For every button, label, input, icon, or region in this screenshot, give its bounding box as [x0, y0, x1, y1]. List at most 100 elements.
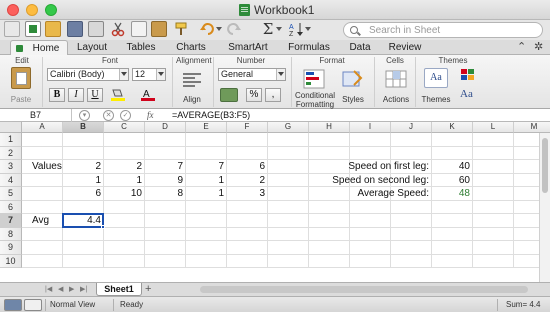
font-name-select[interactable]: Calibri (Body) — [47, 68, 129, 81]
row-header-10[interactable]: 10 — [0, 254, 22, 268]
cell-c4[interactable]: 1 — [104, 174, 145, 188]
prev-sheet-icon[interactable]: ◀ — [58, 286, 63, 294]
italic-button[interactable]: I — [68, 88, 84, 102]
cell-k5[interactable]: 48 — [432, 187, 473, 201]
theme-fonts-icon[interactable]: Aa — [460, 87, 478, 101]
select-all-corner[interactable] — [0, 122, 22, 133]
cell-f4[interactable]: 2 — [227, 174, 268, 188]
confirm-formula-icon[interactable]: ✓ — [120, 110, 131, 121]
comma-button[interactable]: , — [265, 88, 281, 102]
tab-charts[interactable]: Charts — [172, 40, 210, 55]
sort-icon[interactable]: AZ — [288, 21, 304, 38]
cell-e3[interactable]: 7 — [186, 160, 227, 174]
cell-a7[interactable]: Avg — [32, 214, 63, 228]
last-sheet-icon[interactable]: ▶| — [80, 286, 87, 294]
column-header-d[interactable]: D — [145, 122, 186, 133]
cell-d3[interactable]: 7 — [145, 160, 186, 174]
fill-handle[interactable] — [101, 224, 105, 229]
collapse-ribbon-icon[interactable]: ⌃ — [517, 40, 526, 55]
function-icon[interactable]: fx — [147, 109, 154, 121]
cell-d4[interactable]: 9 — [145, 174, 186, 188]
tab-review[interactable]: Review — [385, 40, 425, 55]
cell-c5[interactable]: 10 — [104, 187, 145, 201]
chevron-down-icon[interactable]: ▾ — [79, 110, 90, 121]
page-layout-view-button[interactable] — [24, 299, 42, 311]
fill-color-icon[interactable] — [110, 88, 128, 102]
close-window-button[interactable] — [7, 4, 19, 16]
cell-k4[interactable]: 60 — [432, 174, 473, 188]
formula-input[interactable]: =AVERAGE(B3:F5) — [172, 109, 250, 121]
vertical-scrollbar[interactable] — [539, 133, 550, 282]
styles-icon[interactable] — [342, 69, 364, 89]
cell-k3[interactable]: 40 — [432, 160, 473, 174]
format-painter-icon[interactable] — [173, 21, 189, 37]
percent-button[interactable]: % — [246, 88, 262, 102]
row-header-8[interactable]: 8 — [0, 227, 22, 241]
row-header-6[interactable]: 6 — [0, 200, 22, 214]
cell-h4[interactable]: Speed on second leg: — [279, 174, 432, 188]
column-header-j[interactable]: J — [391, 122, 432, 133]
font-size-select[interactable]: 12 — [132, 68, 166, 81]
column-header-h[interactable]: H — [309, 122, 350, 133]
font-color-icon[interactable]: A — [140, 88, 158, 102]
column-header-g[interactable]: G — [268, 122, 309, 133]
cell-d5[interactable]: 8 — [145, 187, 186, 201]
search-input[interactable]: Search in Sheet — [343, 22, 543, 38]
next-sheet-icon[interactable]: ▶ — [69, 286, 74, 294]
cell-e5[interactable]: 1 — [186, 187, 227, 201]
add-sheet-icon[interactable]: + — [145, 283, 151, 295]
column-header-c[interactable]: C — [104, 122, 145, 133]
row-header-2[interactable]: 2 — [0, 146, 22, 160]
align-icon[interactable] — [180, 70, 204, 90]
tab-tables[interactable]: Tables — [122, 40, 160, 55]
print-icon[interactable] — [88, 21, 104, 37]
redo-icon[interactable] — [226, 21, 242, 37]
themes-icon[interactable]: Aa — [424, 68, 448, 88]
tab-data[interactable]: Data — [345, 40, 375, 55]
paste-large-icon[interactable] — [11, 67, 31, 89]
row-header-4[interactable]: 4 — [0, 173, 22, 187]
sheet-tab[interactable]: Sheet1 — [96, 283, 142, 296]
tab-smartart[interactable]: SmartArt — [222, 40, 274, 55]
autosum-icon[interactable]: Σ — [260, 21, 276, 37]
copy-icon[interactable] — [131, 21, 147, 37]
ribbon-options-icon[interactable]: ✲ — [534, 40, 543, 55]
minimize-window-button[interactable] — [26, 4, 38, 16]
conditional-formatting-icon[interactable] — [303, 69, 325, 89]
cell-e4[interactable]: 1 — [186, 174, 227, 188]
cell-f5[interactable]: 3 — [227, 187, 268, 201]
column-header-i[interactable]: I — [350, 122, 391, 133]
cut-icon[interactable] — [110, 21, 126, 37]
tab-layout[interactable]: Layout — [72, 40, 112, 55]
zoom-window-button[interactable] — [45, 4, 57, 16]
cancel-formula-icon[interactable]: ✕ — [103, 110, 114, 121]
cell-h3[interactable]: Speed on first leg: — [279, 160, 432, 174]
cell-a3[interactable]: Values — [32, 160, 63, 174]
currency-format-icon[interactable] — [220, 88, 238, 102]
horizontal-scrollbar[interactable] — [200, 286, 528, 293]
first-sheet-icon[interactable]: |◀ — [45, 286, 52, 294]
save-icon[interactable] — [67, 21, 83, 37]
paste-icon[interactable] — [151, 21, 167, 37]
cell-b5[interactable]: 6 — [63, 187, 104, 201]
column-header-l[interactable]: L — [473, 122, 514, 133]
cell-c3[interactable]: 2 — [104, 160, 145, 174]
cell-f3[interactable]: 6 — [227, 160, 268, 174]
column-header-e[interactable]: E — [186, 122, 227, 133]
cell-h5[interactable]: Average Speed: — [279, 187, 432, 201]
name-box[interactable]: B7 — [0, 109, 72, 122]
normal-view-button[interactable] — [4, 299, 22, 311]
row-header-7[interactable]: 7 — [0, 214, 22, 228]
undo-icon[interactable] — [199, 21, 215, 37]
row-header-3[interactable]: 3 — [0, 160, 22, 174]
tab-formulas[interactable]: Formulas — [285, 40, 333, 55]
undo-dropdown-icon[interactable] — [216, 27, 222, 31]
open-folder-icon[interactable] — [45, 21, 61, 37]
column-header-b[interactable]: B — [63, 122, 104, 133]
cell-b4[interactable]: 1 — [63, 174, 104, 188]
theme-colors-icon[interactable] — [460, 68, 476, 82]
cells-actions-icon[interactable] — [385, 69, 407, 89]
number-format-select[interactable]: General — [218, 68, 286, 81]
column-header-f[interactable]: F — [227, 122, 268, 133]
autosum-dropdown-icon[interactable] — [276, 27, 282, 31]
